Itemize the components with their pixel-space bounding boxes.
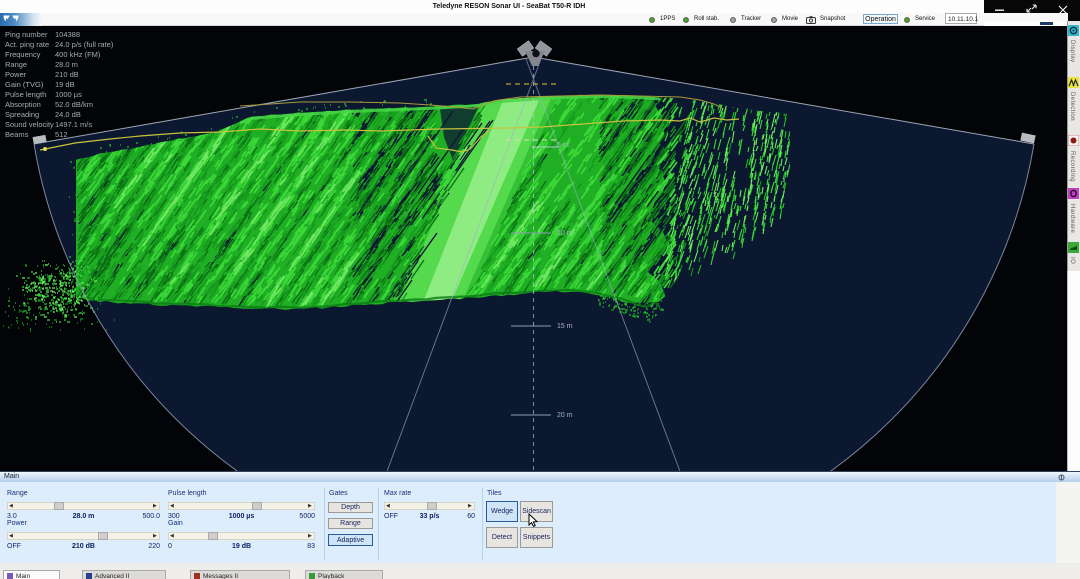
svg-text:20 m: 20 m — [557, 412, 573, 419]
svg-text:5 m: 5 m — [557, 142, 569, 149]
svg-text:10 m: 10 m — [557, 230, 573, 237]
svg-text:15 m: 15 m — [557, 323, 573, 330]
